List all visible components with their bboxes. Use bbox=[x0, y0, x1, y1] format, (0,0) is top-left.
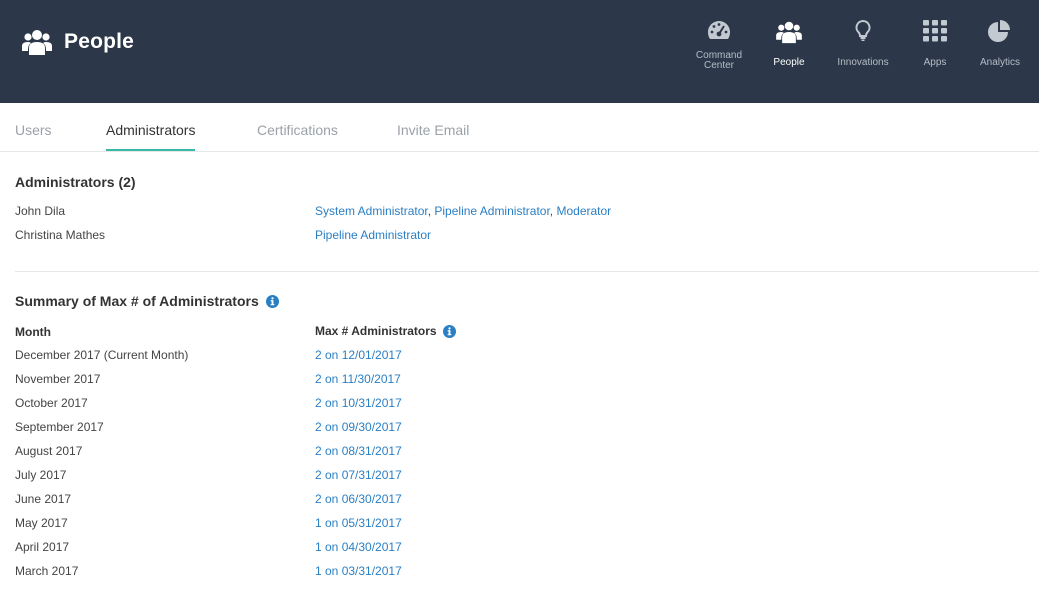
administrators-heading: Administrators (2) bbox=[15, 174, 136, 190]
max-admins-link[interactable]: 2 on 08/31/2017 bbox=[315, 444, 402, 458]
nav-label: Innovations bbox=[837, 57, 889, 68]
month-cell: July 2017 bbox=[15, 468, 67, 482]
admin-name: John Dila bbox=[15, 204, 66, 218]
max-admins-link[interactable]: 2 on 09/30/2017 bbox=[315, 420, 402, 434]
month-cell: October 2017 bbox=[15, 396, 88, 410]
nav-apps[interactable]: Apps bbox=[910, 0, 960, 103]
tab-certifications[interactable]: Certifications bbox=[257, 103, 338, 152]
month-cell: August 2017 bbox=[15, 444, 83, 458]
column-header-month: Month bbox=[15, 325, 51, 339]
tab-users[interactable]: Users bbox=[15, 103, 52, 152]
max-admins-link[interactable]: 2 on 12/01/2017 bbox=[315, 348, 402, 362]
month-cell: April 2017 bbox=[15, 540, 70, 554]
people-group-icon bbox=[775, 20, 803, 44]
nav-label: People bbox=[773, 57, 805, 68]
column-header-max-label: Max # Administrators bbox=[315, 324, 437, 338]
admin-name: Christina Mathes bbox=[15, 228, 106, 242]
max-admins-link[interactable]: 1 on 04/30/2017 bbox=[315, 540, 402, 554]
dashboard-gauge-icon bbox=[707, 20, 731, 40]
admin-roles: Pipeline Administrator bbox=[315, 228, 431, 242]
role-link[interactable]: Moderator bbox=[556, 204, 611, 218]
tab-invite-email[interactable]: Invite Email bbox=[397, 103, 469, 152]
lightbulb-icon bbox=[855, 20, 871, 42]
page-title: People bbox=[64, 30, 135, 53]
month-cell: September 2017 bbox=[15, 420, 104, 434]
nav-innovations[interactable]: Innovations bbox=[827, 0, 899, 103]
section-divider bbox=[15, 271, 1039, 272]
month-cell: March 2017 bbox=[15, 564, 79, 578]
max-admins-link[interactable]: 2 on 06/30/2017 bbox=[315, 492, 402, 506]
apps-grid-icon bbox=[923, 20, 947, 42]
column-header-max: Max # Administrators bbox=[315, 324, 456, 338]
nav-label: Command Center bbox=[695, 50, 743, 71]
info-icon[interactable] bbox=[442, 324, 456, 338]
month-cell: June 2017 bbox=[15, 492, 72, 506]
brand: People bbox=[22, 28, 134, 56]
max-admins-link[interactable]: 2 on 11/30/2017 bbox=[315, 372, 401, 386]
nav-analytics[interactable]: Analytics bbox=[970, 0, 1030, 103]
role-link[interactable]: System Administrator bbox=[315, 204, 428, 218]
max-admins-link[interactable]: 2 on 10/31/2017 bbox=[315, 396, 402, 410]
tab-administrators[interactable]: Administrators bbox=[106, 103, 196, 151]
max-admins-link[interactable]: 2 on 07/31/2017 bbox=[315, 468, 402, 482]
max-admins-link[interactable]: 1 on 03/31/2017 bbox=[315, 564, 402, 578]
month-cell: May 2017 bbox=[15, 516, 68, 530]
info-icon[interactable] bbox=[265, 294, 279, 308]
summary-heading: Summary of Max # of Administrators bbox=[15, 293, 279, 309]
people-group-icon bbox=[22, 28, 52, 56]
nav-command-center[interactable]: Command Center bbox=[684, 0, 754, 103]
nav-people[interactable]: People bbox=[759, 0, 819, 103]
month-cell: November 2017 bbox=[15, 372, 101, 386]
nav-label: Analytics bbox=[979, 57, 1020, 68]
admin-roles: System Administrator, Pipeline Administr… bbox=[315, 204, 612, 218]
summary-title: Summary of Max # of Administrators bbox=[15, 293, 259, 309]
month-cell: December 2017 (Current Month) bbox=[15, 348, 189, 362]
pie-chart-icon bbox=[988, 20, 1012, 42]
top-header: People Command Center People Innovations… bbox=[0, 0, 1039, 103]
tab-bar: Users Administrators Certifications Invi… bbox=[0, 103, 1039, 152]
role-link[interactable]: Pipeline Administrator bbox=[315, 228, 431, 242]
max-admins-link[interactable]: 1 on 05/31/2017 bbox=[315, 516, 402, 530]
role-link[interactable]: Pipeline Administrator bbox=[434, 204, 549, 218]
